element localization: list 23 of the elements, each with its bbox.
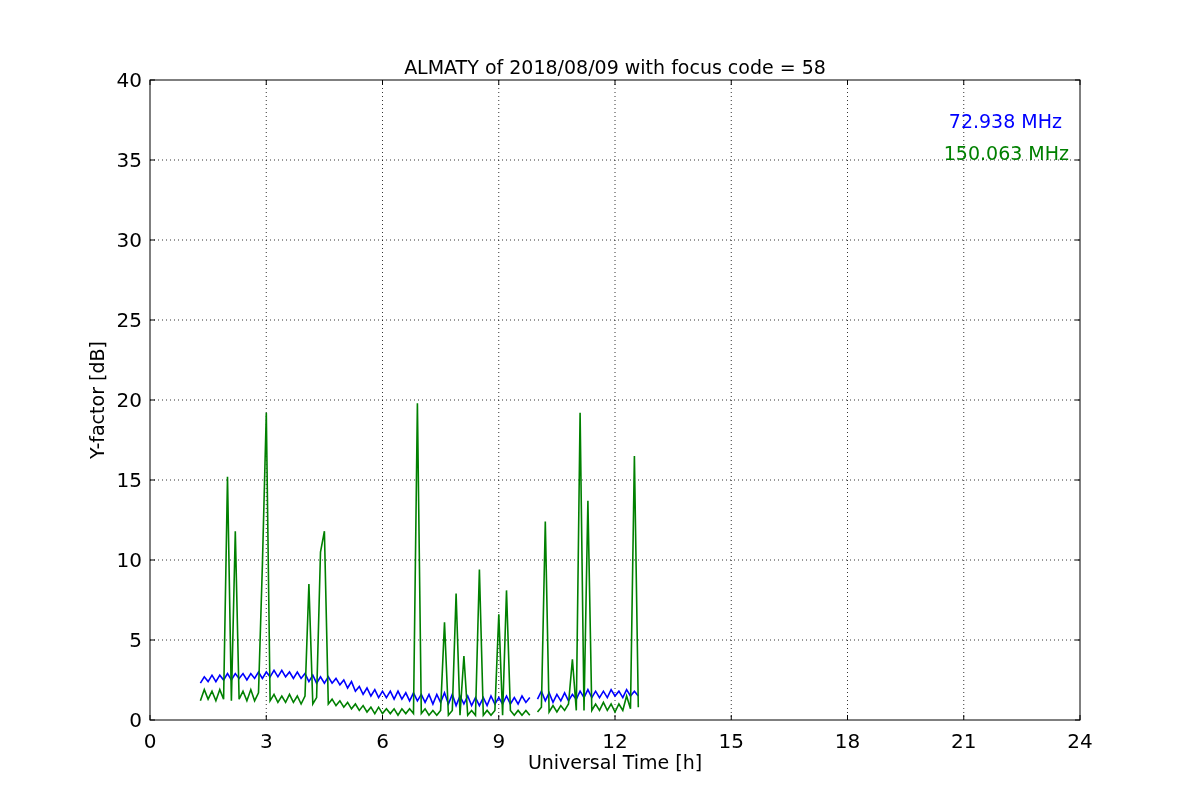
- x-tick-label: 15: [718, 729, 744, 753]
- y-tick-label: 15: [116, 468, 142, 492]
- x-tick-label: 3: [259, 729, 273, 753]
- y-tick-label: 5: [129, 628, 142, 652]
- x-tick-label: 6: [376, 729, 389, 753]
- x-tick-label: 21: [951, 729, 977, 753]
- y-axis-label: Y-factor [dB]: [86, 341, 108, 459]
- y-tick-label: 0: [129, 708, 142, 732]
- legend-label: 72.938 MHz: [948, 110, 1062, 132]
- x-tick-label: 18: [834, 729, 861, 753]
- x-tick-label: 24: [1067, 729, 1093, 753]
- y-tick-label: 10: [116, 548, 142, 572]
- x-tick-label: 0: [143, 729, 157, 753]
- x-axis-label: Universal Time [h]: [527, 751, 703, 773]
- y-tick-label: 20: [116, 388, 142, 412]
- chart-title: ALMATY of 2018/08/09 with focus code = 58: [404, 56, 826, 78]
- y-tick-label: 25: [116, 308, 142, 332]
- legend-label: 150.063 MHz: [943, 142, 1069, 164]
- x-tick-label: 12: [602, 729, 628, 753]
- y-tick-label: 35: [116, 148, 142, 172]
- x-tick-label: 9: [492, 729, 506, 753]
- y-tick-label: 30: [116, 228, 142, 252]
- y-tick-label: 40: [116, 68, 142, 92]
